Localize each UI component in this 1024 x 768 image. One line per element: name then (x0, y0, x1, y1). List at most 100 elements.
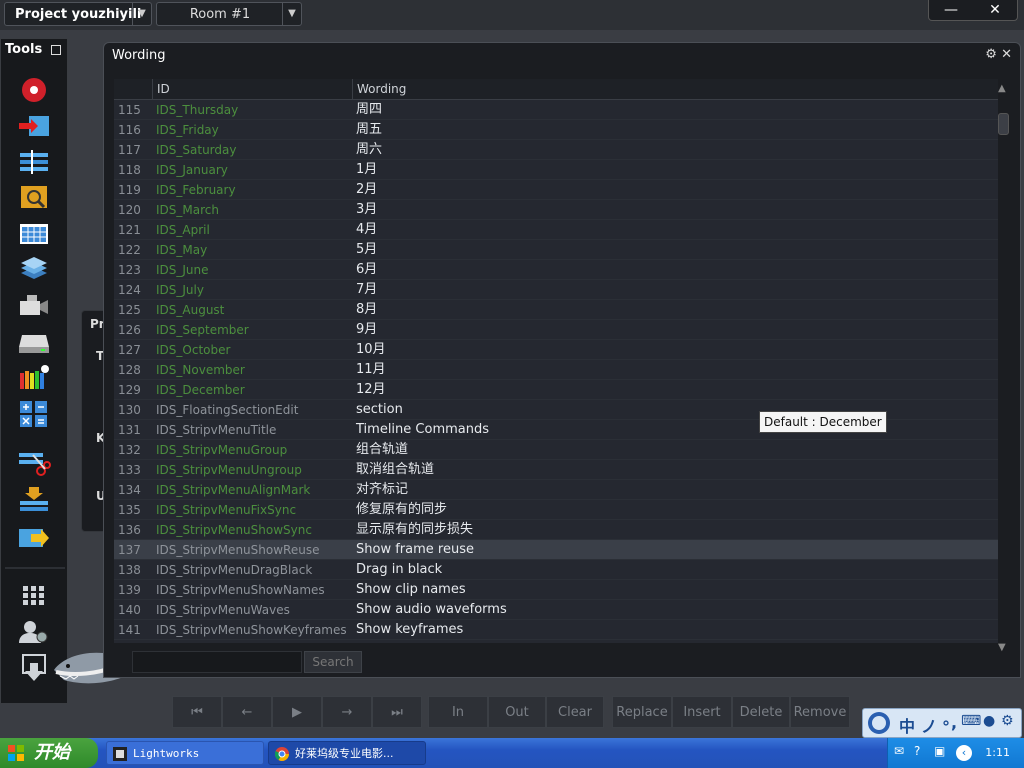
storage-drive-icon[interactable] (17, 327, 51, 357)
row-wording[interactable]: 11月 (356, 360, 996, 380)
cut-tracks-icon[interactable] (17, 447, 51, 477)
table-row[interactable]: 128 IDS_November 11月 (114, 360, 998, 380)
row-wording[interactable]: 显示原有的同步损失 (356, 520, 996, 540)
remove-button[interactable]: Remove (790, 696, 850, 728)
row-wording[interactable]: 组合轨道 (356, 440, 996, 460)
camera-record-icon[interactable] (17, 291, 51, 321)
ime-logo-icon[interactable] (867, 711, 891, 735)
table-row[interactable]: 120 IDS_March 3月 (114, 200, 998, 220)
project-selector[interactable]: Project youzhiyili ▼ (4, 2, 152, 26)
help-icon[interactable]: ? (914, 744, 920, 758)
table-row[interactable]: 123 IDS_June 6月 (114, 260, 998, 280)
minimize-icon[interactable]: — (929, 0, 973, 20)
keypad-icon[interactable] (17, 581, 51, 611)
network-icon[interactable]: ▣ (934, 744, 945, 758)
insert-button[interactable]: Insert (672, 696, 732, 728)
row-wording[interactable]: 2月 (356, 180, 996, 200)
table-row[interactable]: 118 IDS_January 1月 (114, 160, 998, 180)
table-row[interactable]: 141 IDS_StripvMenuShowKeyframes Show keyfr… (114, 620, 998, 640)
keyboard-icon[interactable]: ⌨ (961, 713, 981, 729)
row-wording[interactable]: 9月 (356, 320, 996, 340)
table-row[interactable]: 134 IDS_StripvMenuAlignMark 对齐标记 (114, 480, 998, 500)
step-back-icon[interactable]: ← (222, 696, 272, 728)
save-down-icon[interactable] (17, 653, 51, 683)
microphone-icon[interactable]: ● (983, 713, 995, 729)
row-wording[interactable]: Show keyframes (356, 620, 996, 640)
table-row[interactable]: 121 IDS_April 4月 (114, 220, 998, 240)
row-wording[interactable]: 8月 (356, 300, 996, 320)
table-row[interactable]: 116 IDS_Friday 周五 (114, 120, 998, 140)
scroll-up-icon[interactable]: ▲ (998, 83, 1006, 94)
table-row[interactable]: 127 IDS_October 10月 (114, 340, 998, 360)
user-settings-icon[interactable] (17, 617, 51, 647)
calculator-icon[interactable] (17, 399, 51, 429)
row-wording[interactable]: section (356, 400, 996, 420)
scroll-down-icon[interactable]: ▼ (998, 642, 1006, 653)
row-wording[interactable]: 12月 (356, 380, 996, 400)
table-row[interactable]: 137 IDS_StripvMenuShowReuse Show frame reu… (114, 540, 998, 560)
replace-button[interactable]: Replace (612, 696, 672, 728)
table-row[interactable]: 119 IDS_February 2月 (114, 180, 998, 200)
scroll-thumb[interactable] (998, 113, 1009, 135)
table-row[interactable]: 133 IDS_StripvMenuUngroup 取消组合轨道 (114, 460, 998, 480)
step-forward-icon[interactable]: → (322, 696, 372, 728)
in-button[interactable]: In (428, 696, 488, 728)
ime-mode-chinese[interactable]: 中 (899, 713, 915, 737)
color-effects-icon[interactable] (17, 363, 51, 393)
table-row[interactable]: 125 IDS_August 8月 (114, 300, 998, 320)
bins-stack-icon[interactable] (17, 255, 51, 285)
delete-button[interactable]: Delete (732, 696, 790, 728)
table-row[interactable]: 135 IDS_StripvMenuFixSync 修复原有的同步 (114, 500, 998, 520)
search-viewer-icon[interactable] (17, 183, 51, 213)
skip-to-end-icon[interactable]: ⏭ (372, 696, 422, 728)
row-wording[interactable]: 7月 (356, 280, 996, 300)
scrollbar[interactable]: ▲ ▼ (996, 83, 1010, 653)
clear-button[interactable]: Clear (546, 696, 604, 728)
close-icon[interactable]: ✕ (973, 0, 1017, 20)
table-row[interactable]: 132 IDS_StripvMenuGroup 组合轨道 (114, 440, 998, 460)
row-wording[interactable]: Timeline Commands (356, 420, 996, 440)
grid-browser-icon[interactable] (17, 219, 51, 249)
pin-icon[interactable] (51, 45, 61, 55)
row-wording[interactable]: 对齐标记 (356, 480, 996, 500)
table-row[interactable]: 129 IDS_December 12月 (114, 380, 998, 400)
row-wording[interactable]: 周五 (356, 120, 996, 140)
row-wording[interactable]: 3月 (356, 200, 996, 220)
row-wording[interactable]: Show clip names (356, 580, 996, 600)
table-row[interactable]: 126 IDS_September 9月 (114, 320, 998, 340)
table-row[interactable]: 117 IDS_Saturday 周六 (114, 140, 998, 160)
record-icon[interactable] (17, 75, 51, 105)
row-wording[interactable]: 修复原有的同步 (356, 500, 996, 520)
table-row[interactable]: 139 IDS_StripvMenuShowNames Show clip name… (114, 580, 998, 600)
row-wording[interactable]: 周六 (356, 140, 996, 160)
column-header-wording[interactable]: Wording (352, 79, 998, 99)
search-input[interactable] (132, 651, 302, 673)
import-icon[interactable] (17, 111, 51, 141)
close-icon[interactable]: ✕ (1001, 47, 1012, 62)
row-wording[interactable]: 取消组合轨道 (356, 460, 996, 480)
row-wording[interactable]: Show frame reuse (356, 540, 996, 560)
table-row[interactable]: 115 IDS_Thursday 周四 (114, 100, 998, 120)
ime-moon-icon[interactable]: ノ (921, 713, 937, 737)
chevron-down-icon[interactable]: ▼ (282, 3, 301, 25)
search-button[interactable]: Search (304, 651, 362, 673)
row-wording[interactable]: 5月 (356, 240, 996, 260)
chevron-down-icon[interactable]: ▼ (132, 3, 151, 25)
row-wording[interactable]: Drag in black (356, 560, 996, 580)
row-wording[interactable]: 1月 (356, 160, 996, 180)
timeline-icon[interactable] (17, 147, 51, 177)
play-icon[interactable]: ▶ (272, 696, 322, 728)
ime-punct-icon[interactable]: ∘, (941, 713, 957, 732)
send-output-icon[interactable] (17, 523, 51, 553)
row-wording[interactable]: Show audio waveforms (356, 600, 996, 620)
taskbar-item-browser[interactable]: 好莱坞级专业电影... (268, 741, 426, 765)
column-header-id[interactable]: ID (152, 79, 352, 99)
export-tracks-icon[interactable] (17, 485, 51, 515)
row-wording[interactable]: 周四 (356, 100, 996, 120)
row-wording[interactable]: 10月 (356, 340, 996, 360)
table-row[interactable]: 136 IDS_StripvMenuShowSync 显示原有的同步损失 (114, 520, 998, 540)
out-button[interactable]: Out (488, 696, 546, 728)
table-row[interactable]: 140 IDS_StripvMenuWaves Show audio wavefor… (114, 600, 998, 620)
table-row[interactable]: 124 IDS_July 7月 (114, 280, 998, 300)
table-row[interactable]: 138 IDS_StripvMenuDragBlack Drag in black (114, 560, 998, 580)
